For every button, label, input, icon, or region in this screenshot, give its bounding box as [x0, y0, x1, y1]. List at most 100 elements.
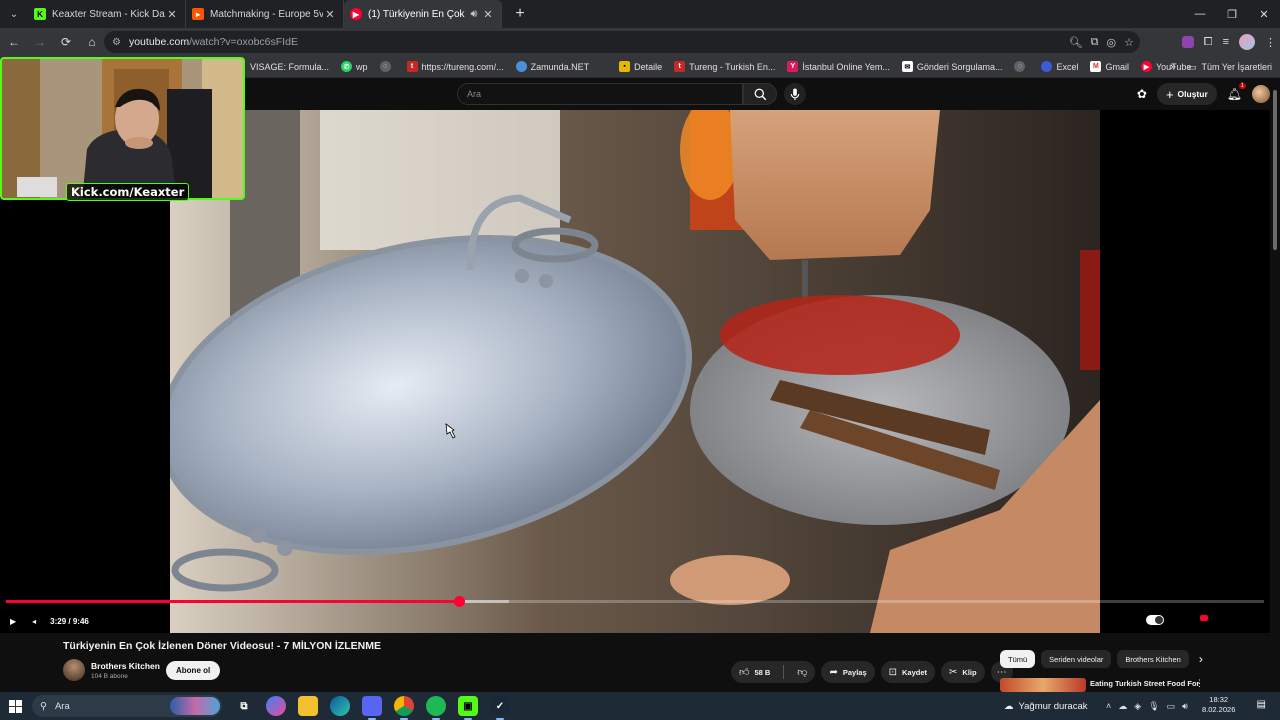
- progress-scrubber[interactable]: [453, 596, 465, 607]
- bookmark-globe-2[interactable]: ◌: [1014, 61, 1029, 72]
- speaker-icon[interactable]: 🔊︎: [1182, 701, 1188, 712]
- extension-icon[interactable]: [1181, 36, 1194, 48]
- menu-icon[interactable]: ⋮: [1265, 36, 1276, 49]
- play-icon[interactable]: ▶: [10, 617, 16, 626]
- speaker-icon[interactable]: 🔊︎: [467, 8, 481, 21]
- volume-icon[interactable]: ◂: [32, 617, 36, 626]
- voice-search-button[interactable]: [784, 83, 806, 105]
- tab-youtube-video[interactable]: ▶ (1) Türkiyenin En Çok İzlenen Döner 🔊︎…: [344, 0, 502, 28]
- search-input[interactable]: Ara: [457, 83, 743, 105]
- chevron-double-right-icon[interactable]: »: [1170, 56, 1176, 78]
- profile-avatar[interactable]: [1239, 34, 1255, 50]
- save-button[interactable]: ⊡ Kaydet: [880, 661, 936, 683]
- cast-icon[interactable]: ⧉: [1091, 36, 1099, 49]
- bookmark-wp[interactable]: ✆ wp: [341, 61, 368, 72]
- minimize-icon[interactable]: —: [1184, 0, 1216, 28]
- dislike-button[interactable]: 👎︎: [789, 661, 815, 683]
- close-icon[interactable]: ✕: [323, 8, 337, 21]
- weather-widget[interactable]: ☁ Yağmur duracak: [1004, 692, 1088, 720]
- microphone-icon[interactable]: 🎙︎: [1148, 701, 1159, 712]
- subscriber-count: 104 B abone: [91, 673, 128, 680]
- chip-all[interactable]: Tümü: [1000, 650, 1036, 668]
- kick-app-icon[interactable]: ▣: [458, 696, 478, 720]
- youtube-logo-icon[interactable]: [1200, 615, 1208, 621]
- bookmark-tureng-url[interactable]: t https://tureng.com/...: [406, 61, 504, 72]
- clock-date: 8.02.2026: [1202, 705, 1236, 714]
- bookmark-globe[interactable]: ◌: [379, 61, 395, 72]
- recommended-video[interactable]: Eating Turkish Street Food For ⋮: [1000, 678, 1270, 692]
- subscribe-button[interactable]: Abone ol: [166, 661, 221, 680]
- recommended-title[interactable]: Eating Turkish Street Food For: [1090, 679, 1199, 688]
- battery-icon[interactable]: ▭: [1167, 701, 1176, 712]
- channel-name[interactable]: Brothers Kitchen: [91, 661, 160, 671]
- bookmark-excel[interactable]: Excel: [1041, 61, 1078, 72]
- restore-icon[interactable]: ❐: [1216, 0, 1248, 28]
- forward-icon[interactable]: →: [28, 30, 52, 54]
- bookmark-yemek[interactable]: Y İstanbul Online Yem...: [787, 61, 890, 72]
- notifications-button[interactable]: 🔔︎ 1: [1227, 83, 1246, 101]
- search-button[interactable]: [743, 83, 777, 105]
- close-window-icon[interactable]: ✕: [1248, 0, 1280, 28]
- video-progress-bar[interactable]: [6, 596, 1264, 607]
- bookmark-gonderi[interactable]: ✉ Gönderi Sorgulama...: [901, 61, 1002, 72]
- all-bookmarks-folder[interactable]: ▭ Tüm Yer İşaretleri: [1188, 56, 1272, 78]
- bookmark-youtube[interactable]: ▶ YouTube: [1140, 61, 1191, 72]
- bookmark-visage[interactable]: VISAGE: Formula...: [250, 62, 329, 72]
- create-button[interactable]: + Oluştur: [1156, 83, 1217, 105]
- close-icon[interactable]: ✕: [481, 8, 495, 21]
- onedrive-icon[interactable]: ☁: [1118, 701, 1127, 712]
- like-button[interactable]: 👍︎ 58 B: [731, 661, 778, 683]
- close-icon[interactable]: ✕: [165, 8, 179, 21]
- discord-icon[interactable]: [362, 696, 382, 720]
- edge-icon[interactable]: [330, 696, 350, 716]
- eye-off-icon[interactable]: ◎: [1107, 36, 1117, 49]
- scrollbar-thumb[interactable]: [1273, 90, 1277, 250]
- home-icon[interactable]: ⌂: [80, 30, 104, 54]
- back-icon[interactable]: ←: [2, 30, 26, 54]
- clip-button[interactable]: ✂ Klip: [941, 661, 985, 683]
- tab-search-icon[interactable]: ⌄: [0, 0, 28, 28]
- autoplay-toggle[interactable]: [1146, 615, 1164, 625]
- video-frame[interactable]: [170, 110, 1100, 633]
- share-button[interactable]: ➦ Paylaş: [821, 661, 875, 683]
- notification-badge: 1: [1238, 83, 1246, 89]
- task-view-icon[interactable]: ⧉: [234, 696, 254, 716]
- reload-icon[interactable]: ⟳: [54, 30, 78, 54]
- tab-matchmaking[interactable]: ▸ Matchmaking - Europe 5v5 Quick ✕: [186, 0, 344, 28]
- channel-avatar[interactable]: [63, 659, 85, 681]
- player-controls: ▶ ◂ 3:29 / 9:46: [0, 610, 1280, 632]
- chevron-up-icon[interactable]: ˄: [1106, 701, 1111, 711]
- taskbar-search[interactable]: ⚲ Ara: [32, 695, 222, 717]
- bookmark-tureng[interactable]: t Tureng - Turkish En...: [674, 61, 775, 72]
- zoom-icon[interactable]: 🔍︎: [1069, 36, 1083, 49]
- address-bar[interactable]: ⚙ youtube.com/watch?v=oxobc6sFIdE 🔍︎ ⧉ ◎…: [104, 31, 1140, 53]
- chevron-right-icon[interactable]: ›: [1199, 652, 1203, 666]
- steam-icon[interactable]: ✓: [490, 696, 510, 720]
- copilot-icon[interactable]: [266, 696, 286, 716]
- clock[interactable]: 18:32 8.02.2026: [1202, 695, 1235, 715]
- video-actions: 👍︎ 58 B 👎︎ ➦ Paylaş ⊡ Kaydet ✂ Klip ⋯: [731, 661, 1013, 683]
- new-tab-button[interactable]: +: [508, 2, 532, 26]
- recommended-thumbnail[interactable]: [1000, 678, 1086, 692]
- spotify-icon[interactable]: [426, 696, 446, 720]
- star-icon[interactable]: ☆: [1124, 36, 1134, 49]
- extensions-icon[interactable]: ⧠: [1204, 36, 1213, 49]
- file-explorer-icon[interactable]: [298, 696, 318, 716]
- bookmark-gmail[interactable]: M Gmail: [1090, 61, 1129, 72]
- chip-channel[interactable]: Brothers Kitchen: [1117, 650, 1189, 668]
- chip-series[interactable]: Seriden videolar: [1041, 650, 1112, 668]
- gift-icon[interactable]: ✿: [1137, 87, 1147, 101]
- bookmark-zamunda[interactable]: Zamunda.NET: [515, 61, 589, 72]
- notification-center-icon[interactable]: ▤: [1257, 699, 1266, 710]
- chrome-icon[interactable]: [394, 696, 414, 720]
- start-button[interactable]: [0, 692, 30, 720]
- account-avatar[interactable]: [1252, 85, 1270, 103]
- tab-kick-dashboard[interactable]: K Keaxter Stream - Kick Dashboard ✕: [28, 0, 186, 28]
- reading-list-icon[interactable]: ≡: [1223, 36, 1229, 48]
- more-vert-icon[interactable]: ⋮: [1195, 678, 1204, 689]
- bookmark-detaile[interactable]: ▪ Detaile: [619, 61, 662, 72]
- page-scrollbar[interactable]: [1270, 80, 1280, 720]
- security-icon[interactable]: ◈: [1134, 701, 1141, 712]
- site-info-icon[interactable]: ⚙: [112, 37, 121, 48]
- globe-icon: ◌: [379, 61, 391, 72]
